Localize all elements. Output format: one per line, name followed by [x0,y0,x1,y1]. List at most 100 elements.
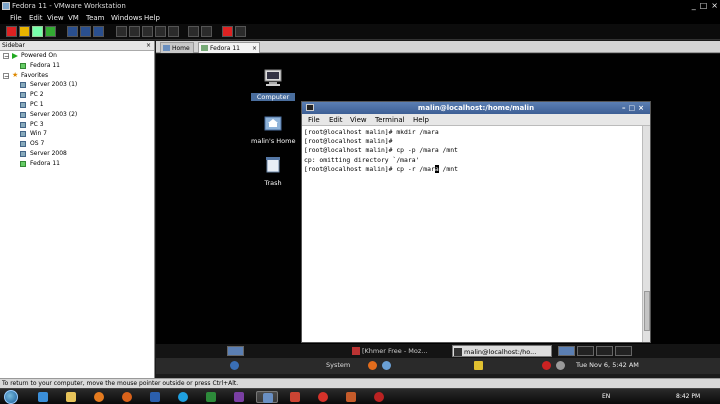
collapse-icon[interactable]: − [3,72,9,79]
status-bar: To return to your computer, move the mou… [0,378,720,388]
term-menu-terminal[interactable]: Terminal [375,114,405,126]
terminal-scrollbar[interactable] [642,126,650,342]
menu-windows[interactable]: Windows [111,12,142,24]
firefox-launcher-icon[interactable] [368,361,377,370]
menu-team[interactable]: Team [86,12,105,24]
workspace-2[interactable] [577,346,594,356]
maximize-button[interactable]: □ [700,0,708,12]
start-button[interactable] [4,390,18,404]
language-indicator[interactable]: EN [602,393,610,400]
quick-switch-icon[interactable] [129,26,140,37]
system-menu[interactable]: System [326,361,350,369]
mail-launcher-icon[interactable] [382,361,391,370]
close-button[interactable]: × [711,0,718,12]
tree-group-powered-on[interactable]: − Powered On [0,51,154,61]
revert-snapshot-icon[interactable] [80,26,91,37]
computer-icon [264,69,282,86]
preferences-icon[interactable] [235,26,246,37]
tree-item-pc-3[interactable]: PC 3 [0,120,154,130]
taskbar-word[interactable] [144,391,166,403]
tab-fedora-11[interactable]: Fedora 11 × [198,42,260,53]
menu-vm[interactable]: VM [68,12,79,24]
reset-icon[interactable] [45,26,56,37]
tree-item-pc-1[interactable]: PC 1 [0,100,154,110]
suspend-icon[interactable] [19,26,30,37]
power-off-icon[interactable] [6,26,17,37]
console-view-icon[interactable] [142,26,153,37]
collapse-icon[interactable]: − [3,53,9,60]
full-screen-icon[interactable] [155,26,166,37]
guest-clock[interactable]: Tue Nov 6, 5:42 AM [576,361,639,369]
tree-item-server-2003-1[interactable]: Server 2003 (1) [0,80,154,90]
task-terminal[interactable]: malin@localhost:/ho... [452,345,552,357]
thumbnail-icon[interactable] [188,26,199,37]
taskbar-app[interactable] [228,391,250,403]
task-firefox[interactable]: [Khmer Free - Moz... [351,345,427,357]
sidebar: Sidebar × − Powered On Fedora 11 − ★ Fav… [0,41,155,378]
notes-icon[interactable] [474,361,483,370]
tray-clock[interactable]: 8:42 PM [676,393,700,400]
tree-item-server-2003-2[interactable]: Server 2003 (2) [0,110,154,120]
vmware-icon [263,393,273,403]
tree-item-pc-2[interactable]: PC 2 [0,90,154,100]
terminal-window[interactable]: malin@localhost:/home/malin –□× File Edi… [301,101,651,343]
taskbar-media[interactable] [88,391,110,403]
minimize-button[interactable]: _ [692,0,696,12]
term-menu-file[interactable]: File [308,114,320,126]
taskbar-excel[interactable] [200,391,222,403]
terminal-title-bar[interactable]: malin@localhost:/home/malin –□× [302,102,650,114]
desktop-icon-home[interactable]: malin's Home [251,112,295,145]
taskbar-ppt[interactable] [340,391,362,403]
taskbar-chrome[interactable] [312,391,334,403]
term-menu-help[interactable]: Help [413,114,429,126]
taskbar-paint[interactable] [284,391,306,403]
term-menu-view[interactable]: View [350,114,367,126]
workspace-3[interactable] [596,346,613,356]
taskbar-explorer[interactable] [60,391,82,403]
terminal-output[interactable]: [root@localhost malin]# mkdir /mara [root… [302,126,642,342]
power-on-icon[interactable] [32,26,43,37]
taskbar-vmware[interactable] [256,391,278,403]
snapshot-manager-icon[interactable] [93,26,104,37]
terminal-line-current: [root@localhost malin]# cp -r /mara /mnt [304,164,458,173]
tree-item-fedora-11[interactable]: Fedora 11 [0,61,154,71]
taskbar-ie[interactable] [32,391,54,403]
sidebar-header: Sidebar × [0,41,154,51]
summary-view-icon[interactable] [201,26,212,37]
network-icon[interactable] [542,361,551,370]
app-icon [234,392,244,402]
tree-group-favorites[interactable]: − ★ Favorites [0,71,154,81]
volume-icon[interactable] [556,361,565,370]
menu-view[interactable]: View [47,12,64,24]
star-icon: ★ [12,70,19,79]
desktop-icon-computer[interactable]: Computer [251,68,295,101]
term-menu-edit[interactable]: Edit [329,114,343,126]
taskbar-firefox[interactable] [116,391,138,403]
workspace-1[interactable] [558,346,575,356]
tab-close-icon[interactable]: × [252,43,257,54]
menu-file[interactable]: File [10,12,22,24]
tree-item-os-7[interactable]: OS 7 [0,139,154,149]
folder-icon [66,392,76,402]
tree-item-fedora-11-fav[interactable]: Fedora 11 [0,159,154,169]
taskbar-recorder[interactable] [368,391,390,403]
tree-item-server-2008[interactable]: Server 2008 [0,149,154,159]
scrollbar-thumb[interactable] [644,291,650,331]
tree-item-win-7[interactable]: Win 7 [0,129,154,139]
tab-home[interactable]: Home [160,42,194,53]
show-desktop-icon[interactable] [227,346,244,356]
vm-icon [201,45,208,51]
menu-help[interactable]: Help [144,12,160,24]
terminal-window-buttons[interactable]: –□× [622,102,647,114]
desktop-icon-trash[interactable]: Trash [251,154,295,187]
sidebar-close-icon[interactable]: × [146,41,151,51]
snapshot-icon[interactable] [67,26,78,37]
vmware-title-bar: Fedora 11 - VMware Workstation _ □ × [0,0,720,12]
show-sidebar-icon[interactable] [116,26,127,37]
menu-edit[interactable]: Edit [29,12,43,24]
unity-icon[interactable] [168,26,179,37]
taskbar-skype[interactable] [172,391,194,403]
workspace-4[interactable] [615,346,632,356]
fedora-logo-icon[interactable] [230,361,239,370]
capture-movie-icon[interactable] [222,26,233,37]
